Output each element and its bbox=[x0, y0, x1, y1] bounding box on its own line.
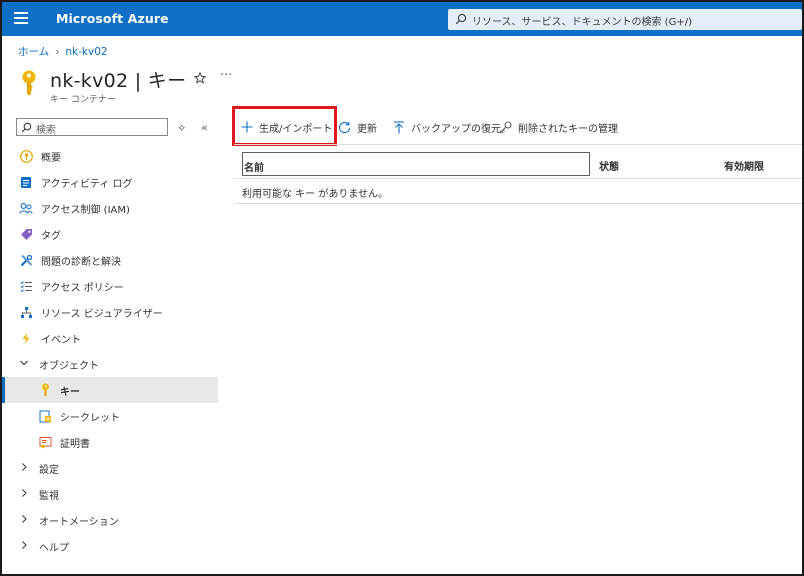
chevron-right-icon bbox=[19, 488, 29, 501]
sidebar-item-label: 概要 bbox=[41, 152, 61, 164]
search-icon bbox=[455, 13, 467, 25]
sidebar-item-label: ヘルプ bbox=[39, 542, 69, 554]
key-icon bbox=[38, 383, 52, 397]
sidebar-item-certificates[interactable]: 証明書 bbox=[2, 429, 218, 455]
sidebar-item-label: 問題の診断と解決 bbox=[41, 256, 121, 268]
top-bar: Microsoft Azure リソース、サービス、ドキュメントの検索 (G+/… bbox=[2, 2, 802, 36]
chevron-right-icon bbox=[19, 514, 29, 527]
lightning-icon bbox=[19, 331, 33, 345]
sidebar-item-access-policy[interactable]: アクセス ポリシー bbox=[2, 273, 218, 299]
manage-deleted-label: 削除されたキーの管理 bbox=[518, 123, 618, 135]
sidebar-search-placeholder: 検索 bbox=[36, 125, 56, 136]
breadcrumb-separator-icon: › bbox=[55, 46, 60, 58]
sidebar-item-label: 証明書 bbox=[60, 438, 90, 450]
restore-backup-label: バックアップの復元 bbox=[411, 123, 501, 135]
more-options-icon[interactable]: ··· bbox=[220, 68, 232, 83]
key-icon bbox=[22, 70, 36, 96]
column-header-status[interactable]: 状態 bbox=[599, 158, 619, 173]
sidebar-item-label: リソース ビジュアライザー bbox=[41, 308, 163, 320]
sidebar-nav: 概要 アクティビティ ログ アクセス制御 (IAM) タグ 問題の診断と解決 ア… bbox=[2, 143, 218, 559]
sidebar-item-access-control[interactable]: アクセス制御 (IAM) bbox=[2, 195, 218, 221]
hierarchy-icon bbox=[19, 305, 33, 319]
sidebar-item-label: キー bbox=[60, 386, 80, 398]
sidebar-item-secrets[interactable]: シークレット bbox=[2, 403, 218, 429]
refresh-label: 更新 bbox=[357, 123, 377, 135]
sidebar-item-label: シークレット bbox=[60, 412, 120, 424]
sidebar-group-automation[interactable]: オートメーション bbox=[2, 507, 218, 533]
sidebar-item-label: イベント bbox=[41, 334, 81, 346]
sidebar-item-label: 設定 bbox=[39, 464, 59, 476]
sidebar-item-overview[interactable]: 概要 bbox=[2, 143, 218, 169]
certificate-icon bbox=[38, 435, 52, 449]
sidebar-item-label: 監視 bbox=[39, 490, 59, 502]
highlight-box bbox=[232, 106, 337, 146]
sidebar-item-resource-visualizer[interactable]: リソース ビジュアライザー bbox=[2, 299, 218, 325]
manage-deleted-keys-button[interactable]: 削除されたキーの管理 bbox=[499, 118, 618, 136]
sidebar-item-events[interactable]: イベント bbox=[2, 325, 218, 351]
expand-collapse-icon[interactable]: ⟡ bbox=[178, 121, 185, 135]
breadcrumb-home-link[interactable]: ホーム bbox=[18, 46, 49, 58]
refresh-icon bbox=[338, 121, 351, 134]
key-outline-icon bbox=[499, 120, 512, 134]
users-icon bbox=[19, 201, 33, 215]
sidebar-item-keys[interactable]: キー bbox=[2, 377, 218, 403]
sidebar-item-activity-log[interactable]: アクティビティ ログ bbox=[2, 169, 218, 195]
refresh-button[interactable]: 更新 bbox=[338, 118, 377, 136]
column-header-expiration[interactable]: 有効期限 bbox=[724, 158, 764, 173]
brand-title[interactable]: Microsoft Azure bbox=[56, 11, 169, 26]
collapse-sidebar-icon[interactable]: « bbox=[201, 121, 208, 134]
list-check-icon bbox=[19, 279, 33, 293]
activity-log-icon bbox=[19, 175, 33, 189]
sidebar: 検索 ⟡ « 概要 アクティビティ ログ アクセス制御 (IAM) タグ 問題の… bbox=[2, 110, 218, 572]
sidebar-item-tags[interactable]: タグ bbox=[2, 221, 218, 247]
row-divider bbox=[234, 203, 802, 204]
sidebar-item-label: アクセス制御 (IAM) bbox=[41, 204, 130, 216]
sidebar-group-objects[interactable]: オブジェクト bbox=[2, 351, 218, 377]
sidebar-group-settings[interactable]: 設定 bbox=[2, 455, 218, 481]
secret-icon bbox=[38, 409, 52, 423]
overview-icon bbox=[19, 149, 33, 163]
sidebar-item-diagnose[interactable]: 問題の診断と解決 bbox=[2, 247, 218, 273]
wrench-icon bbox=[19, 253, 33, 267]
global-search-input[interactable]: リソース、サービス、ドキュメントの検索 (G+/) bbox=[448, 9, 802, 30]
breadcrumb: ホーム › nk-kv02 bbox=[18, 44, 108, 59]
sidebar-item-label: アクティビティ ログ bbox=[41, 178, 133, 190]
column-header-name[interactable]: 名前 bbox=[242, 152, 590, 176]
header-divider bbox=[234, 178, 802, 179]
empty-table-message: 利用可能な キー がありません。 bbox=[242, 189, 389, 200]
favorite-star-icon[interactable] bbox=[194, 72, 206, 84]
page-title: nk-kv02 | キー bbox=[50, 70, 187, 92]
restore-backup-button[interactable]: バックアップの復元 bbox=[392, 118, 501, 136]
chevron-right-icon bbox=[19, 540, 29, 553]
sidebar-item-label: アクセス ポリシー bbox=[41, 282, 124, 294]
upload-arrow-icon bbox=[392, 120, 405, 134]
page-subtitle: キー コンテナー bbox=[50, 95, 116, 105]
azure-portal-window: Microsoft Azure リソース、サービス、ドキュメントの検索 (G+/… bbox=[0, 0, 804, 576]
chevron-right-icon bbox=[19, 462, 29, 475]
sidebar-group-monitoring[interactable]: 監視 bbox=[2, 481, 218, 507]
toolbar-divider bbox=[234, 144, 802, 145]
sidebar-search-input[interactable]: 検索 bbox=[16, 118, 168, 136]
sidebar-group-help[interactable]: ヘルプ bbox=[2, 533, 218, 559]
hamburger-menu-icon[interactable] bbox=[14, 12, 28, 24]
chevron-down-icon bbox=[19, 358, 29, 371]
sidebar-item-label: タグ bbox=[41, 230, 61, 242]
global-search-placeholder: リソース、サービス、ドキュメントの検索 (G+/) bbox=[472, 17, 692, 28]
sidebar-item-label: オブジェクト bbox=[39, 360, 99, 372]
sidebar-item-label: オートメーション bbox=[39, 516, 119, 528]
breadcrumb-current-link[interactable]: nk-kv02 bbox=[65, 46, 107, 58]
search-icon bbox=[21, 122, 32, 133]
tag-icon bbox=[19, 227, 33, 241]
